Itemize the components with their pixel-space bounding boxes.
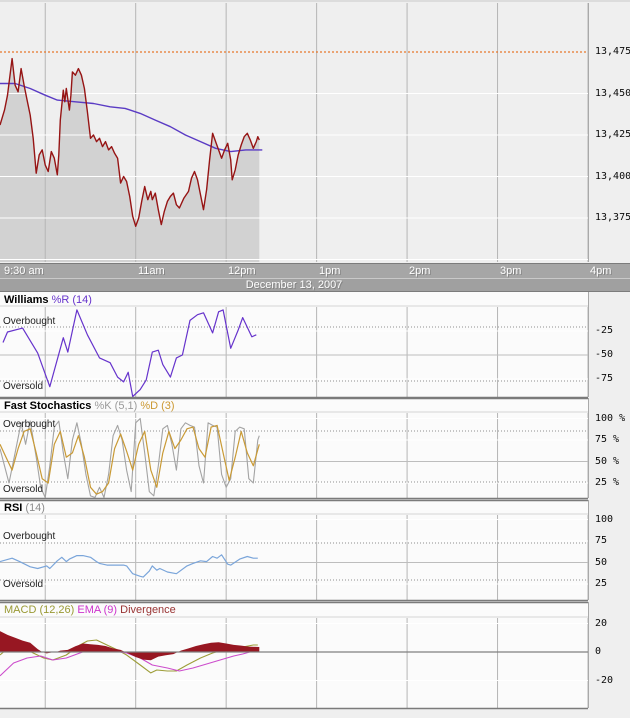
williams-title: Williams %R (14) xyxy=(4,294,92,306)
stoch-axis-label: 50 % xyxy=(595,456,619,467)
rsi-axis-label: 50 xyxy=(595,557,607,568)
time-axis-label: 2pm xyxy=(409,265,430,277)
rsi-panel-background xyxy=(0,500,588,600)
macd-title-macd: MACD (12,26) xyxy=(4,604,74,616)
stochastics-title-main: Fast Stochastics xyxy=(4,400,91,412)
price-axis-label: 13,425 xyxy=(595,129,630,140)
williams-axis-label: -75 xyxy=(595,373,613,384)
williams-title-main: Williams xyxy=(4,294,49,306)
date-bar: December 13, 2007 xyxy=(0,278,630,292)
macd-axis-label: -20 xyxy=(595,675,613,686)
time-axis-label: 1pm xyxy=(319,265,340,277)
price-axis-label: 13,450 xyxy=(595,88,630,99)
rsi-oversold-label: Oversold xyxy=(3,579,43,590)
williams-title-params: %R (14) xyxy=(52,294,92,306)
macd-title-ema: EMA (9) xyxy=(77,604,117,616)
williams-overbought-label: Overbought xyxy=(3,316,55,327)
williams-axis-label: -50 xyxy=(595,349,613,360)
rsi-title-main: RSI xyxy=(4,502,22,514)
macd-axis-label: 0 xyxy=(595,646,601,657)
rsi-axis-label: 100 xyxy=(595,514,613,525)
time-axis-label: 12pm xyxy=(228,265,256,277)
macd-panel-background xyxy=(0,602,588,708)
price-axis-label: 13,400 xyxy=(595,171,630,182)
stochastics-overbought-label: Overbought xyxy=(3,419,55,430)
stoch-axis-label: 100 % xyxy=(595,413,625,424)
stochastics-d-params: %D (3) xyxy=(140,400,174,412)
price-axis-label: 13,375 xyxy=(595,212,630,223)
time-axis-bar: 9:30 am 11am 12pm 1pm 2pm 3pm 4pm xyxy=(0,263,630,278)
macd-title: MACD (12,26) EMA (9) Divergence xyxy=(4,604,176,616)
time-axis-label: 9:30 am xyxy=(4,265,44,277)
rsi-axis-label: 25 xyxy=(595,578,607,589)
rsi-title: RSI (14) xyxy=(4,502,45,514)
rsi-axis-label: 75 xyxy=(595,535,607,546)
time-axis-label: 4pm xyxy=(590,265,611,277)
rsi-title-params: (14) xyxy=(25,502,45,514)
time-axis-label: 3pm xyxy=(500,265,521,277)
stock-chart-page: 9:30 am 11am 12pm 1pm 2pm 3pm 4pm December 13,… xyxy=(0,0,630,718)
stochastics-k-params: %K (5,1) xyxy=(94,400,137,412)
williams-axis-label: -25 xyxy=(595,325,613,336)
date-label: December 13, 2007 xyxy=(0,279,588,291)
stochastics-title: Fast Stochastics %K (5,1) %D (3) xyxy=(4,400,175,412)
williams-oversold-label: Oversold xyxy=(3,381,43,392)
time-axis-label: 11am xyxy=(138,265,165,277)
macd-title-divergence: Divergence xyxy=(120,604,176,616)
stoch-axis-label: 75 % xyxy=(595,434,619,445)
stoch-axis-label: 25 % xyxy=(595,477,619,488)
rsi-overbought-label: Overbought xyxy=(3,531,55,542)
macd-axis-label: 20 xyxy=(595,618,607,629)
stochastics-oversold-label: Oversold xyxy=(3,484,43,495)
price-axis-label: 13,475 xyxy=(595,46,630,57)
